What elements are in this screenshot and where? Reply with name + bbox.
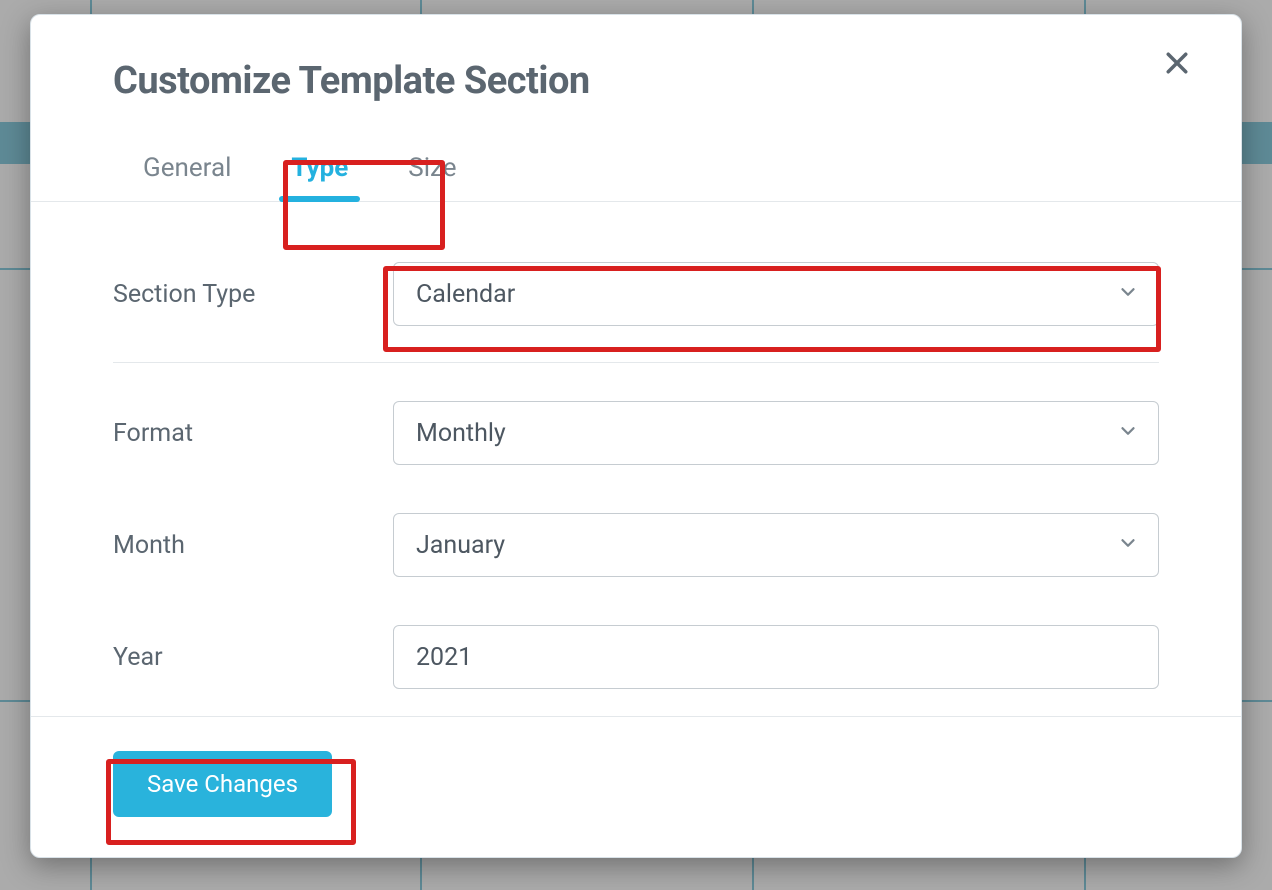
format-value: Monthly bbox=[416, 419, 506, 448]
modal-title: Customize Template Section bbox=[113, 59, 1159, 103]
format-label: Format bbox=[113, 419, 393, 448]
format-select[interactable]: Monthly bbox=[393, 401, 1159, 465]
format-row: Format Monthly bbox=[113, 377, 1159, 489]
tab-label: Size bbox=[408, 153, 456, 183]
year-control bbox=[393, 625, 1159, 689]
modal-footer: Save Changes bbox=[31, 716, 1241, 857]
year-row: Year bbox=[113, 601, 1159, 713]
modal-header: Customize Template Section bbox=[31, 15, 1241, 103]
close-button[interactable] bbox=[1155, 43, 1199, 87]
close-icon bbox=[1162, 48, 1192, 82]
section-type-value: Calendar bbox=[416, 280, 515, 309]
save-button-label: Save Changes bbox=[147, 770, 298, 798]
month-label: Month bbox=[113, 531, 393, 560]
tab-label: Type bbox=[291, 153, 348, 183]
month-select[interactable]: January bbox=[393, 513, 1159, 577]
section-type-control: Calendar bbox=[393, 262, 1159, 326]
tab-size[interactable]: Size bbox=[378, 139, 486, 201]
modal-tabs: General Type Size bbox=[31, 139, 1241, 202]
modal-body: Section Type Calendar Format Monthly bbox=[31, 202, 1241, 716]
customize-template-modal: Customize Template Section General Type … bbox=[30, 14, 1242, 858]
month-control: January bbox=[393, 513, 1159, 577]
section-type-row: Section Type Calendar bbox=[113, 238, 1159, 350]
tab-general[interactable]: General bbox=[113, 139, 261, 201]
format-control: Monthly bbox=[393, 401, 1159, 465]
section-type-label: Section Type bbox=[113, 280, 393, 309]
month-value: January bbox=[416, 531, 505, 560]
tab-type[interactable]: Type bbox=[261, 139, 378, 201]
tab-label: General bbox=[143, 153, 231, 183]
year-label: Year bbox=[113, 643, 393, 672]
month-row: Month January bbox=[113, 489, 1159, 601]
year-input[interactable] bbox=[393, 625, 1159, 689]
section-type-select[interactable]: Calendar bbox=[393, 262, 1159, 326]
divider bbox=[113, 362, 1159, 363]
save-button[interactable]: Save Changes bbox=[113, 751, 332, 817]
